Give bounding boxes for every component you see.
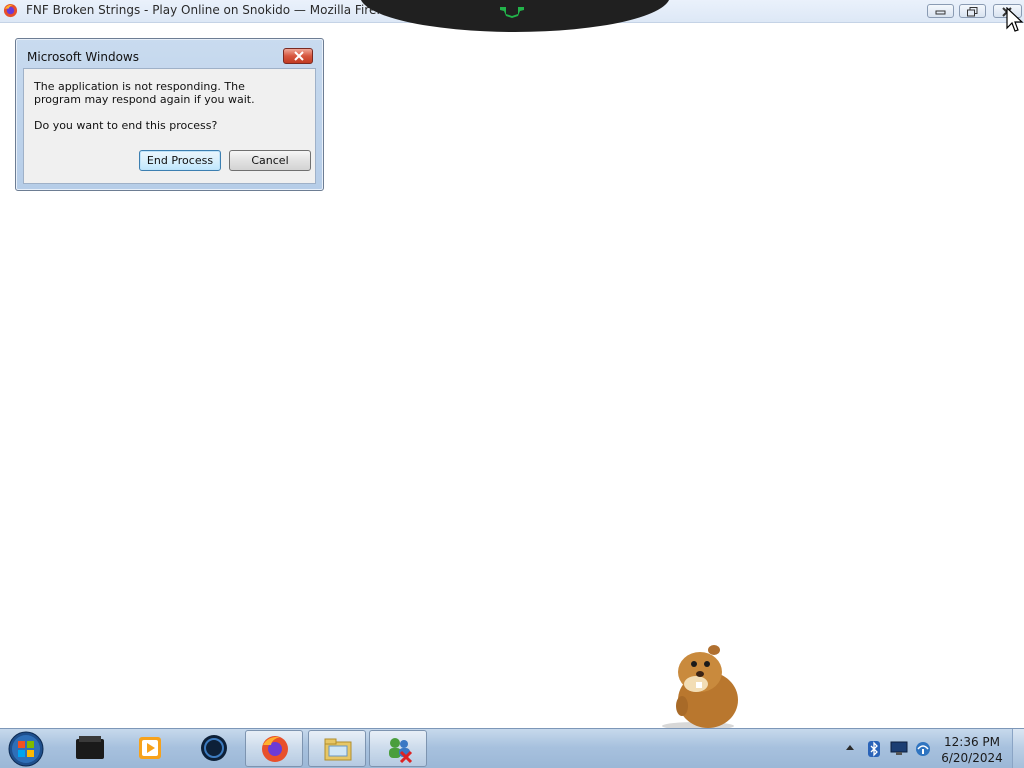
taskbar-app-explorer[interactable] — [308, 730, 366, 767]
restore-icon — [967, 7, 978, 17]
end-process-button[interactable]: End Process — [139, 150, 221, 171]
close-icon — [294, 51, 304, 61]
dialog-question: Do you want to end this process? — [34, 119, 218, 132]
dialog-body: The application is not responding. The p… — [23, 68, 316, 184]
cancel-button[interactable]: Cancel — [229, 150, 311, 171]
mouse-cursor-icon — [1006, 7, 1024, 32]
network-status-icon[interactable] — [914, 740, 932, 758]
windows-start-orb[interactable] — [6, 731, 46, 767]
clock-time: 12:36 PM — [944, 735, 1000, 749]
not-responding-dialog: Microsoft Windows The application is not… — [15, 38, 324, 191]
dialog-close-button[interactable] — [283, 48, 313, 64]
dialog-caption: Microsoft Windows — [27, 50, 139, 64]
minimize-button[interactable] — [927, 4, 954, 18]
browser-title-bar[interactable]: FNF Broken Strings - Play Online on Snok… — [0, 0, 1024, 32]
taskbar-app-globe[interactable] — [185, 730, 243, 767]
show-desktop-button[interactable] — [1012, 729, 1024, 768]
display-icon[interactable] — [890, 740, 908, 756]
firefox-icon — [3, 3, 18, 18]
taskbar-app-firefox[interactable] — [245, 730, 303, 767]
taskbar-app-network[interactable] — [369, 730, 427, 767]
media-player-icon — [139, 737, 161, 759]
gopher-mascot — [662, 645, 738, 730]
file-explorer-icon — [324, 738, 352, 761]
network-users-icon — [389, 738, 413, 764]
green-logo-icon — [500, 7, 524, 18]
taskbar-clock[interactable]: 12:36 PM 6/20/2024 — [936, 734, 1008, 766]
clock-date: 6/20/2024 — [941, 751, 1003, 765]
restore-button[interactable] — [959, 4, 986, 18]
globe-app-icon — [201, 735, 227, 761]
minimize-icon — [935, 10, 946, 15]
taskbar-app-dark[interactable] — [61, 730, 119, 767]
dark-app-icon — [76, 736, 104, 759]
screen: FNF Broken Strings - Play Online on Snok… — [0, 0, 1024, 768]
browser-window-title: FNF Broken Strings - Play Online on Snok… — [26, 3, 411, 17]
firefox-icon — [262, 736, 288, 762]
taskbar: 12:36 PM 6/20/2024 — [0, 728, 1024, 768]
bluetooth-icon[interactable] — [866, 740, 882, 758]
dialog-message: The application is not responding. The p… — [34, 80, 255, 106]
taskbar-app-media[interactable] — [121, 730, 179, 767]
show-hidden-icons[interactable] — [845, 743, 855, 751]
